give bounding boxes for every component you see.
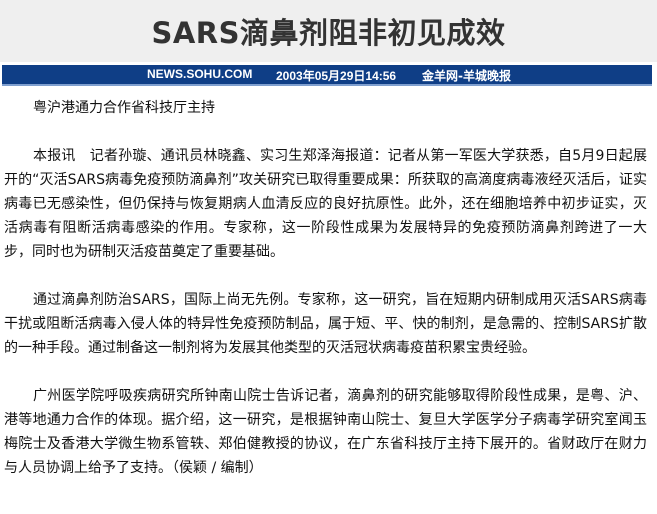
meta-bar: NEWS.SOHU.COM 2003年05月29日14:56 金羊网-羊城晚报 xyxy=(2,65,652,86)
site-name[interactable]: NEWS.SOHU.COM xyxy=(147,67,252,81)
article-paragraph-3: 广州医学院呼吸疾病研究所钟南山院士告诉记者，滴鼻剂的研究能够取得阶段性成果，是粤… xyxy=(4,388,647,476)
page-title: SARS滴鼻剂阻非初见成效 xyxy=(151,16,506,50)
publish-date: 2003年05月29日14:56 xyxy=(276,69,397,83)
headline-bar: SARS滴鼻剂阻非初见成效 xyxy=(0,0,657,62)
article-paragraph-1: 本报讯 记者孙璇、通讯员林晓鑫、实习生郑泽海报道：记者从第一军医大学获悉，自5月… xyxy=(4,148,647,260)
article-paragraph-2: 通过滴鼻剂防治SARS，国际上尚无先例。专家称，这一研究，旨在短期内研制成用灭活… xyxy=(4,292,647,356)
news-source[interactable]: 金羊网-羊城晚报 xyxy=(422,67,511,84)
article-subtitle: 粤沪港通力合作省科技厅主持 xyxy=(33,100,215,116)
article-body: 粤沪港通力合作省科技厅主持 本报讯 记者孙璇、通讯员林晓鑫、实习生郑泽海报道：记… xyxy=(4,96,647,480)
